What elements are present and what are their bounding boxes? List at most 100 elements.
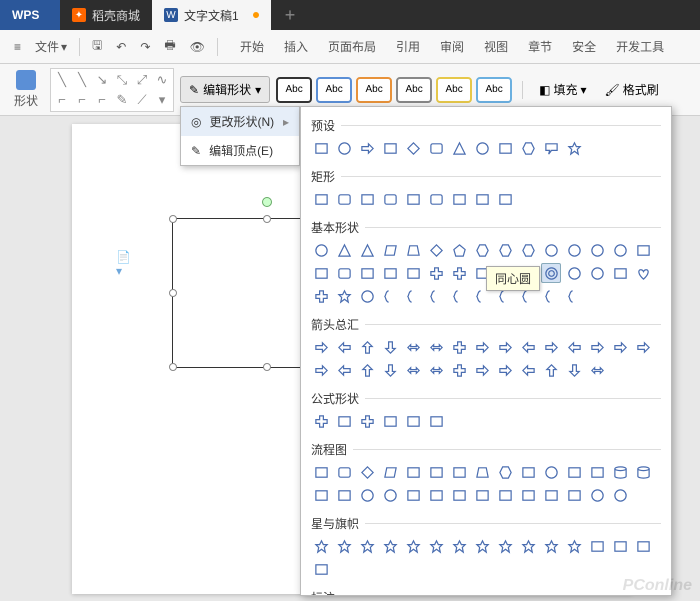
shape-stars-5[interactable] [426, 536, 446, 556]
shape-preset-8[interactable] [495, 138, 515, 158]
app-menu-icon[interactable]: ≡ [8, 36, 27, 58]
shape-basic-32[interactable] [357, 286, 377, 306]
shape-flow-10[interactable] [541, 462, 561, 482]
shape-flow-26[interactable] [564, 485, 584, 505]
shape-stars-13[interactable] [610, 536, 630, 556]
lines-picker[interactable]: ╲╲↘⤡⤢∿ ⌐⌐⌐✎⟋▾ [50, 68, 174, 112]
shape-arrows-5[interactable] [426, 337, 446, 357]
shape-basic-6[interactable] [449, 240, 469, 260]
shape-stars-0[interactable] [311, 536, 331, 556]
undo-icon[interactable]: ↶ [110, 36, 132, 58]
shape-flow-1[interactable] [334, 462, 354, 482]
menu-insert[interactable]: 插入 [276, 32, 316, 61]
shape-arrows-27[interactable] [587, 360, 607, 380]
shape-flow-28[interactable] [610, 485, 630, 505]
shape-basic-33[interactable] [380, 286, 400, 306]
shape-arrows-2[interactable] [357, 337, 377, 357]
shape-basic-2[interactable] [357, 240, 377, 260]
shape-flow-18[interactable] [380, 485, 400, 505]
shape-arrows-7[interactable] [472, 337, 492, 357]
shape-formula-5[interactable] [426, 411, 446, 431]
preset-6[interactable]: Abc [476, 77, 512, 103]
handle-tm[interactable] [263, 215, 271, 223]
menu-start[interactable]: 开始 [232, 32, 272, 61]
handle-bl[interactable] [169, 363, 177, 371]
shape-flow-23[interactable] [495, 485, 515, 505]
shape-basic-29[interactable] [633, 263, 653, 283]
shape-basic-35[interactable] [426, 286, 446, 306]
menu-security[interactable]: 安全 [564, 32, 604, 61]
shape-stars-7[interactable] [472, 536, 492, 556]
shape-basic-10[interactable] [541, 240, 561, 260]
change-shape-item[interactable]: ◎ 更改形状(N)▸ [181, 107, 299, 136]
shape-flow-13[interactable] [610, 462, 630, 482]
shape-basic-41[interactable] [564, 286, 584, 306]
paragraph-icon[interactable]: 📄▾ [116, 250, 136, 266]
shape-stars-15[interactable] [311, 559, 331, 579]
preset-1[interactable]: Abc [276, 77, 312, 103]
menu-ref[interactable]: 引用 [388, 32, 428, 61]
preset-2[interactable]: Abc [316, 77, 352, 103]
shape-arrows-17[interactable] [357, 360, 377, 380]
shape-flow-7[interactable] [472, 462, 492, 482]
shape-arrows-0[interactable] [311, 337, 331, 357]
shape-flow-15[interactable] [311, 485, 331, 505]
shape-basic-8[interactable] [495, 240, 515, 260]
shape-arrows-20[interactable] [426, 360, 446, 380]
menu-dev[interactable]: 开发工具 [608, 32, 672, 61]
shape-preset-2[interactable] [357, 138, 377, 158]
print-icon[interactable]: 🖶 [158, 32, 181, 61]
shape-stars-6[interactable] [449, 536, 469, 556]
shape-arrows-16[interactable] [334, 360, 354, 380]
shape-basic-7[interactable] [472, 240, 492, 260]
shape-arrows-15[interactable] [311, 360, 331, 380]
shape-formula-2[interactable] [357, 411, 377, 431]
shape-flow-12[interactable] [587, 462, 607, 482]
shape-basic-4[interactable] [403, 240, 423, 260]
shape-stars-3[interactable] [380, 536, 400, 556]
menu-chapter[interactable]: 章节 [520, 32, 560, 61]
shape-basic-40[interactable] [541, 286, 561, 306]
shape-stars-4[interactable] [403, 536, 423, 556]
shape-basic-26[interactable] [564, 263, 584, 283]
shape-flow-17[interactable] [357, 485, 377, 505]
rotate-handle[interactable] [262, 197, 272, 207]
shape-basic-36[interactable] [449, 286, 469, 306]
shape-basic-15[interactable] [311, 263, 331, 283]
shape-rect-3[interactable] [380, 189, 400, 209]
shape-rect-4[interactable] [403, 189, 423, 209]
edit-shape-button[interactable]: ✎ 编辑形状 ▾ [180, 76, 270, 103]
shape-arrows-25[interactable] [541, 360, 561, 380]
shape-stars-11[interactable] [564, 536, 584, 556]
preset-4[interactable]: Abc [396, 77, 432, 103]
shape-flow-14[interactable] [633, 462, 653, 482]
file-menu[interactable]: 文件 ▾ [29, 34, 73, 59]
shape-rect-6[interactable] [449, 189, 469, 209]
shape-basic-21[interactable] [449, 263, 469, 283]
shape-stars-2[interactable] [357, 536, 377, 556]
shape-basic-30[interactable] [311, 286, 331, 306]
shape-basic-31[interactable] [334, 286, 354, 306]
shape-arrows-4[interactable] [403, 337, 423, 357]
handle-bm[interactable] [263, 363, 271, 371]
shape-stars-9[interactable] [518, 536, 538, 556]
shape-flow-9[interactable] [518, 462, 538, 482]
shape-arrows-18[interactable] [380, 360, 400, 380]
shape-formula-3[interactable] [380, 411, 400, 431]
shape-flow-20[interactable] [426, 485, 446, 505]
shape-arrows-12[interactable] [587, 337, 607, 357]
shape-basic-34[interactable] [403, 286, 423, 306]
shape-preset-3[interactable] [380, 138, 400, 158]
shape-arrows-22[interactable] [472, 360, 492, 380]
shape-preset-4[interactable] [403, 138, 423, 158]
shape-preset-11[interactable] [564, 138, 584, 158]
shape-preset-10[interactable] [541, 138, 561, 158]
shape-preset-1[interactable] [334, 138, 354, 158]
shape-rect-2[interactable] [357, 189, 377, 209]
shape-rect-8[interactable] [495, 189, 515, 209]
shape-arrows-13[interactable] [610, 337, 630, 357]
shape-preset-0[interactable] [311, 138, 331, 158]
shape-arrows-11[interactable] [564, 337, 584, 357]
shape-basic-17[interactable] [357, 263, 377, 283]
shape-arrows-9[interactable] [518, 337, 538, 357]
